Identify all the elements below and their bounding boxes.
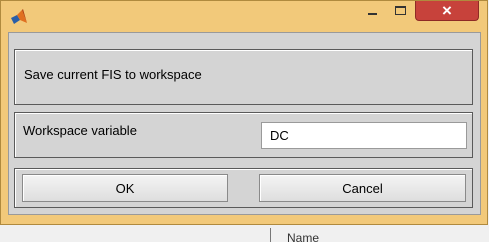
close-icon: × [442, 1, 452, 20]
dialog-heading: Save current FIS to workspace [24, 67, 202, 82]
header-panel: Save current FIS to workspace [14, 49, 473, 105]
workspace-variable-panel: Workspace variable [14, 112, 473, 158]
minimize-button[interactable] [359, 1, 386, 21]
close-button[interactable]: × [415, 1, 479, 21]
maximize-icon [395, 6, 406, 15]
maximize-button[interactable] [387, 1, 414, 21]
button-panel: OK Cancel [14, 168, 473, 208]
name-column-header: Name [287, 231, 320, 242]
cancel-button[interactable]: Cancel [259, 174, 466, 202]
column-divider [270, 228, 271, 242]
workspace-variable-input[interactable] [261, 122, 467, 149]
matlab-logo-icon [11, 9, 27, 24]
title-bar[interactable]: × [1, 1, 487, 32]
minimize-icon [368, 13, 377, 15]
screen: × Save current FIS to workspace Workspac… [0, 0, 489, 242]
background-window: Name [0, 225, 489, 242]
ok-button[interactable]: OK [22, 174, 228, 202]
workspace-variable-label: Workspace variable [23, 123, 137, 138]
